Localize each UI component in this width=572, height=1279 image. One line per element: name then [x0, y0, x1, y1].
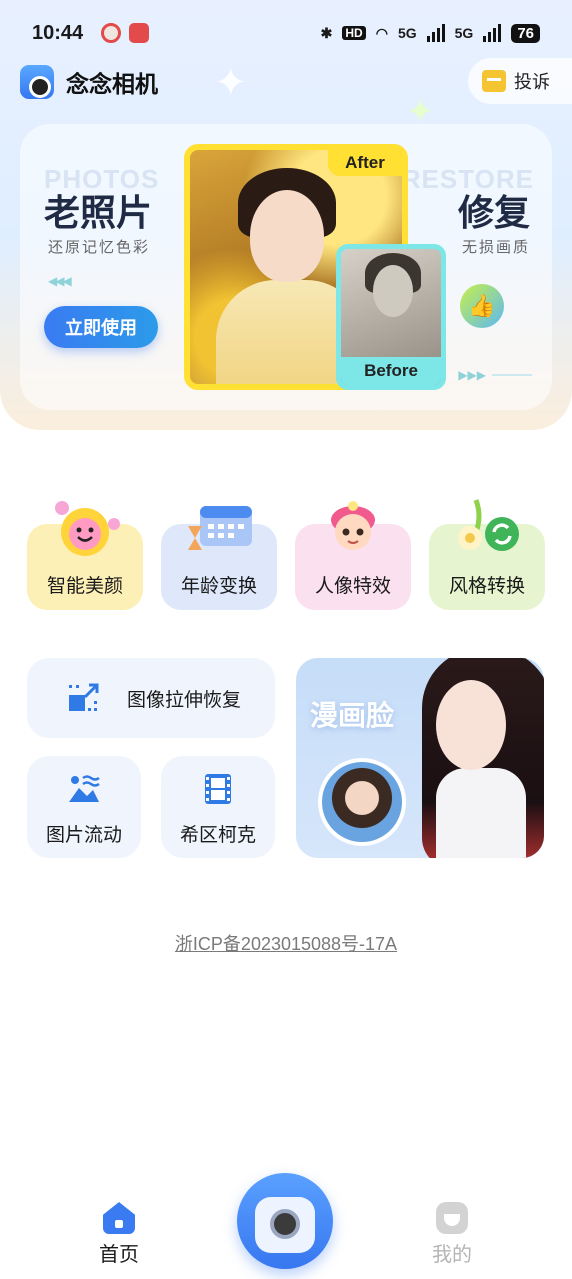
- comic-girl-face: [436, 680, 506, 770]
- before-tag: Before: [341, 357, 441, 385]
- banner-subtitle-right: 无损画质: [461, 238, 530, 256]
- tool-hitchcock[interactable]: 希区柯克: [161, 756, 275, 858]
- status-bar: 10:44 ✱ HD ◠ 5G 5G 76: [0, 0, 572, 66]
- bluetooth-icon: ✱: [320, 24, 333, 41]
- banner-title-right: 修复: [457, 193, 530, 234]
- flower-refresh-icon: [458, 499, 519, 551]
- complain-button[interactable]: 投诉: [468, 58, 572, 104]
- feature-label: 风格转换: [448, 575, 525, 597]
- feature-age-change[interactable]: 年龄变换: [161, 506, 277, 610]
- feature-label: 年龄变换: [180, 575, 257, 597]
- app-title: 念念相机: [66, 72, 158, 98]
- tool-image-stretch-restore[interactable]: 图像拉伸恢复: [27, 658, 275, 738]
- feature-portrait-effects[interactable]: 人像特效: [295, 501, 411, 610]
- complain-icon: [482, 70, 506, 92]
- banner-title-left: 老照片: [44, 193, 153, 234]
- sparkle-icon: ✦: [214, 60, 248, 106]
- network-5g-label: 5G: [397, 25, 417, 41]
- camera-logo-icon: [20, 65, 54, 99]
- smile-flower-icon: [55, 501, 120, 556]
- feature-grid: 智能美颜 年龄变换 人像特效 风格转换: [27, 494, 545, 612]
- signal-icon: [426, 24, 445, 42]
- feature-label: 人像特效: [314, 575, 391, 597]
- comic-face-title: 漫画脸: [310, 699, 395, 732]
- nav-home-label: 首页: [99, 1242, 139, 1266]
- tool-label: 希区柯克: [179, 824, 256, 846]
- arrows-left-icon: ◀◀◀: [48, 274, 72, 288]
- before-photo: Before: [336, 244, 446, 390]
- stretch-restore-icon: [69, 683, 99, 711]
- cartoon-girl-icon: [331, 501, 375, 550]
- comic-avatar: [318, 758, 406, 846]
- feature-label: 智能美颜: [46, 575, 123, 597]
- bottom-nav: 首页 我的: [0, 1170, 572, 1279]
- before-portrait-face: [373, 265, 413, 317]
- notification-icons: [101, 23, 150, 43]
- complain-label: 投诉: [514, 72, 550, 93]
- app-header: 念念相机: [20, 62, 158, 102]
- use-now-button[interactable]: 立即使用: [44, 306, 158, 348]
- home-icon: [103, 1202, 135, 1234]
- battery-indicator: 76: [511, 23, 540, 43]
- calendar-hourglass-icon: [188, 506, 252, 550]
- nav-mine-label: 我的: [432, 1242, 472, 1266]
- banner-subtitle-left: 还原记忆色彩: [48, 238, 151, 256]
- after-tag: After: [328, 150, 402, 176]
- signal-icon-2: [483, 24, 502, 42]
- flowing-landscape-icon: [69, 775, 100, 802]
- network-5g-label-2: 5G: [454, 25, 474, 41]
- comic-girl-body: [436, 768, 526, 858]
- nav-home[interactable]: 首页: [79, 1202, 159, 1267]
- camera-button[interactable]: [237, 1173, 333, 1269]
- photo-restore-banner[interactable]: PHOTOS RESTORE 老照片 还原记忆色彩 ◀◀◀ 立即使用 After…: [20, 124, 552, 410]
- film-strip-icon: [205, 774, 231, 804]
- tool-label: 图片流动: [45, 824, 122, 846]
- feature-smart-beauty[interactable]: 智能美颜: [27, 501, 143, 610]
- profile-icon: [436, 1202, 468, 1234]
- tool-comic-face[interactable]: 漫画脸: [296, 658, 544, 858]
- feature-style-transfer[interactable]: 风格转换: [429, 499, 545, 610]
- tool-label: 图像拉伸恢复: [127, 688, 242, 711]
- arrows-right-icon: ▶▶▶: [458, 368, 532, 382]
- hd-badge: HD: [342, 26, 366, 40]
- map-notification-icon: [101, 23, 122, 43]
- status-time: 10:44: [32, 21, 84, 44]
- wifi-icon: ◠: [375, 24, 388, 41]
- status-indicators: ✱ HD ◠ 5G 5G 76: [320, 23, 540, 43]
- camera-lens-icon: [270, 1209, 300, 1239]
- app-notification-icon: [129, 23, 150, 43]
- portrait-face: [250, 190, 324, 282]
- nav-mine[interactable]: 我的: [412, 1202, 492, 1267]
- icp-link[interactable]: 浙ICP备2023015088号-17A: [0, 930, 572, 956]
- thumbs-up-icon: 👍: [460, 284, 504, 328]
- tool-image-flow[interactable]: 图片流动: [27, 756, 141, 858]
